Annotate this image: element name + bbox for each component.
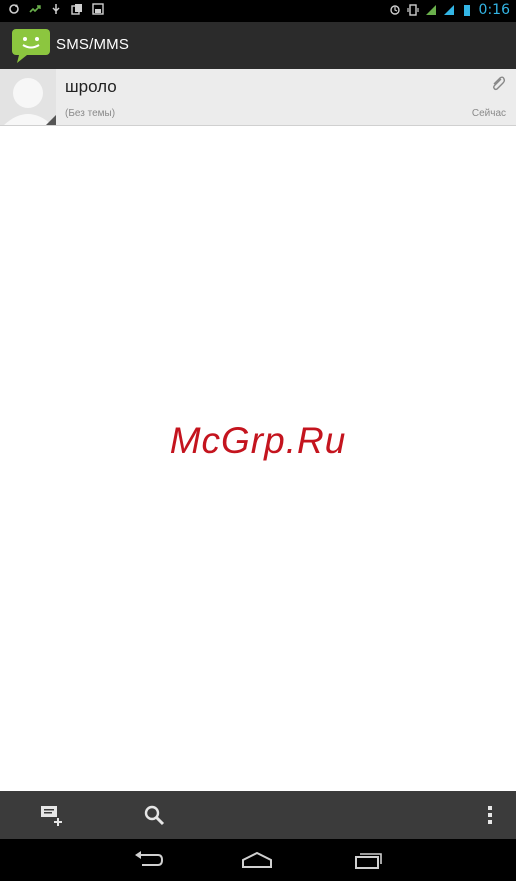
avatar[interactable] (0, 69, 56, 125)
new-message-button[interactable] (37, 801, 67, 829)
back-button[interactable] (130, 848, 166, 872)
status-bar: 0:16 (0, 0, 516, 22)
messaging-app-icon[interactable] (11, 27, 53, 65)
recent-apps-button[interactable] (350, 848, 386, 872)
home-icon (242, 851, 272, 868)
search-button[interactable] (139, 801, 169, 829)
signal-2-icon (443, 5, 454, 15)
clock: 0:16 (478, 2, 510, 18)
bottom-action-bar (0, 791, 516, 839)
overflow-menu-button[interactable] (475, 801, 505, 829)
back-icon (135, 851, 164, 866)
new-message-icon (41, 806, 62, 826)
home-button[interactable] (239, 848, 275, 872)
vibrate-icon (406, 4, 419, 16)
conversation-list-item[interactable]: шроло (Без темы) Сейчас (0, 69, 516, 126)
attachment-icon (492, 76, 506, 91)
usb-icon (52, 4, 60, 14)
overflow-menu-icon (488, 806, 492, 824)
signal-1-icon (425, 5, 436, 15)
contact-name: шроло (65, 77, 117, 96)
message-subject: (Без темы) (65, 108, 116, 119)
missed-call-icon (29, 5, 41, 13)
navigation-bar (0, 839, 516, 881)
action-bar: SMS/MMS (0, 22, 516, 69)
sync-icon (9, 4, 19, 14)
search-icon (144, 805, 165, 826)
gallery-icon (92, 3, 104, 15)
app-title: SMS/MMS (56, 36, 130, 53)
message-time: Сейчас (471, 108, 506, 119)
alarm-icon (389, 5, 400, 15)
contact-placeholder-icon (0, 69, 56, 125)
copy-icon (71, 4, 82, 15)
battery-icon (463, 5, 470, 16)
recent-apps-icon (355, 853, 382, 869)
watermark: McGrp.Ru (169, 420, 347, 461)
